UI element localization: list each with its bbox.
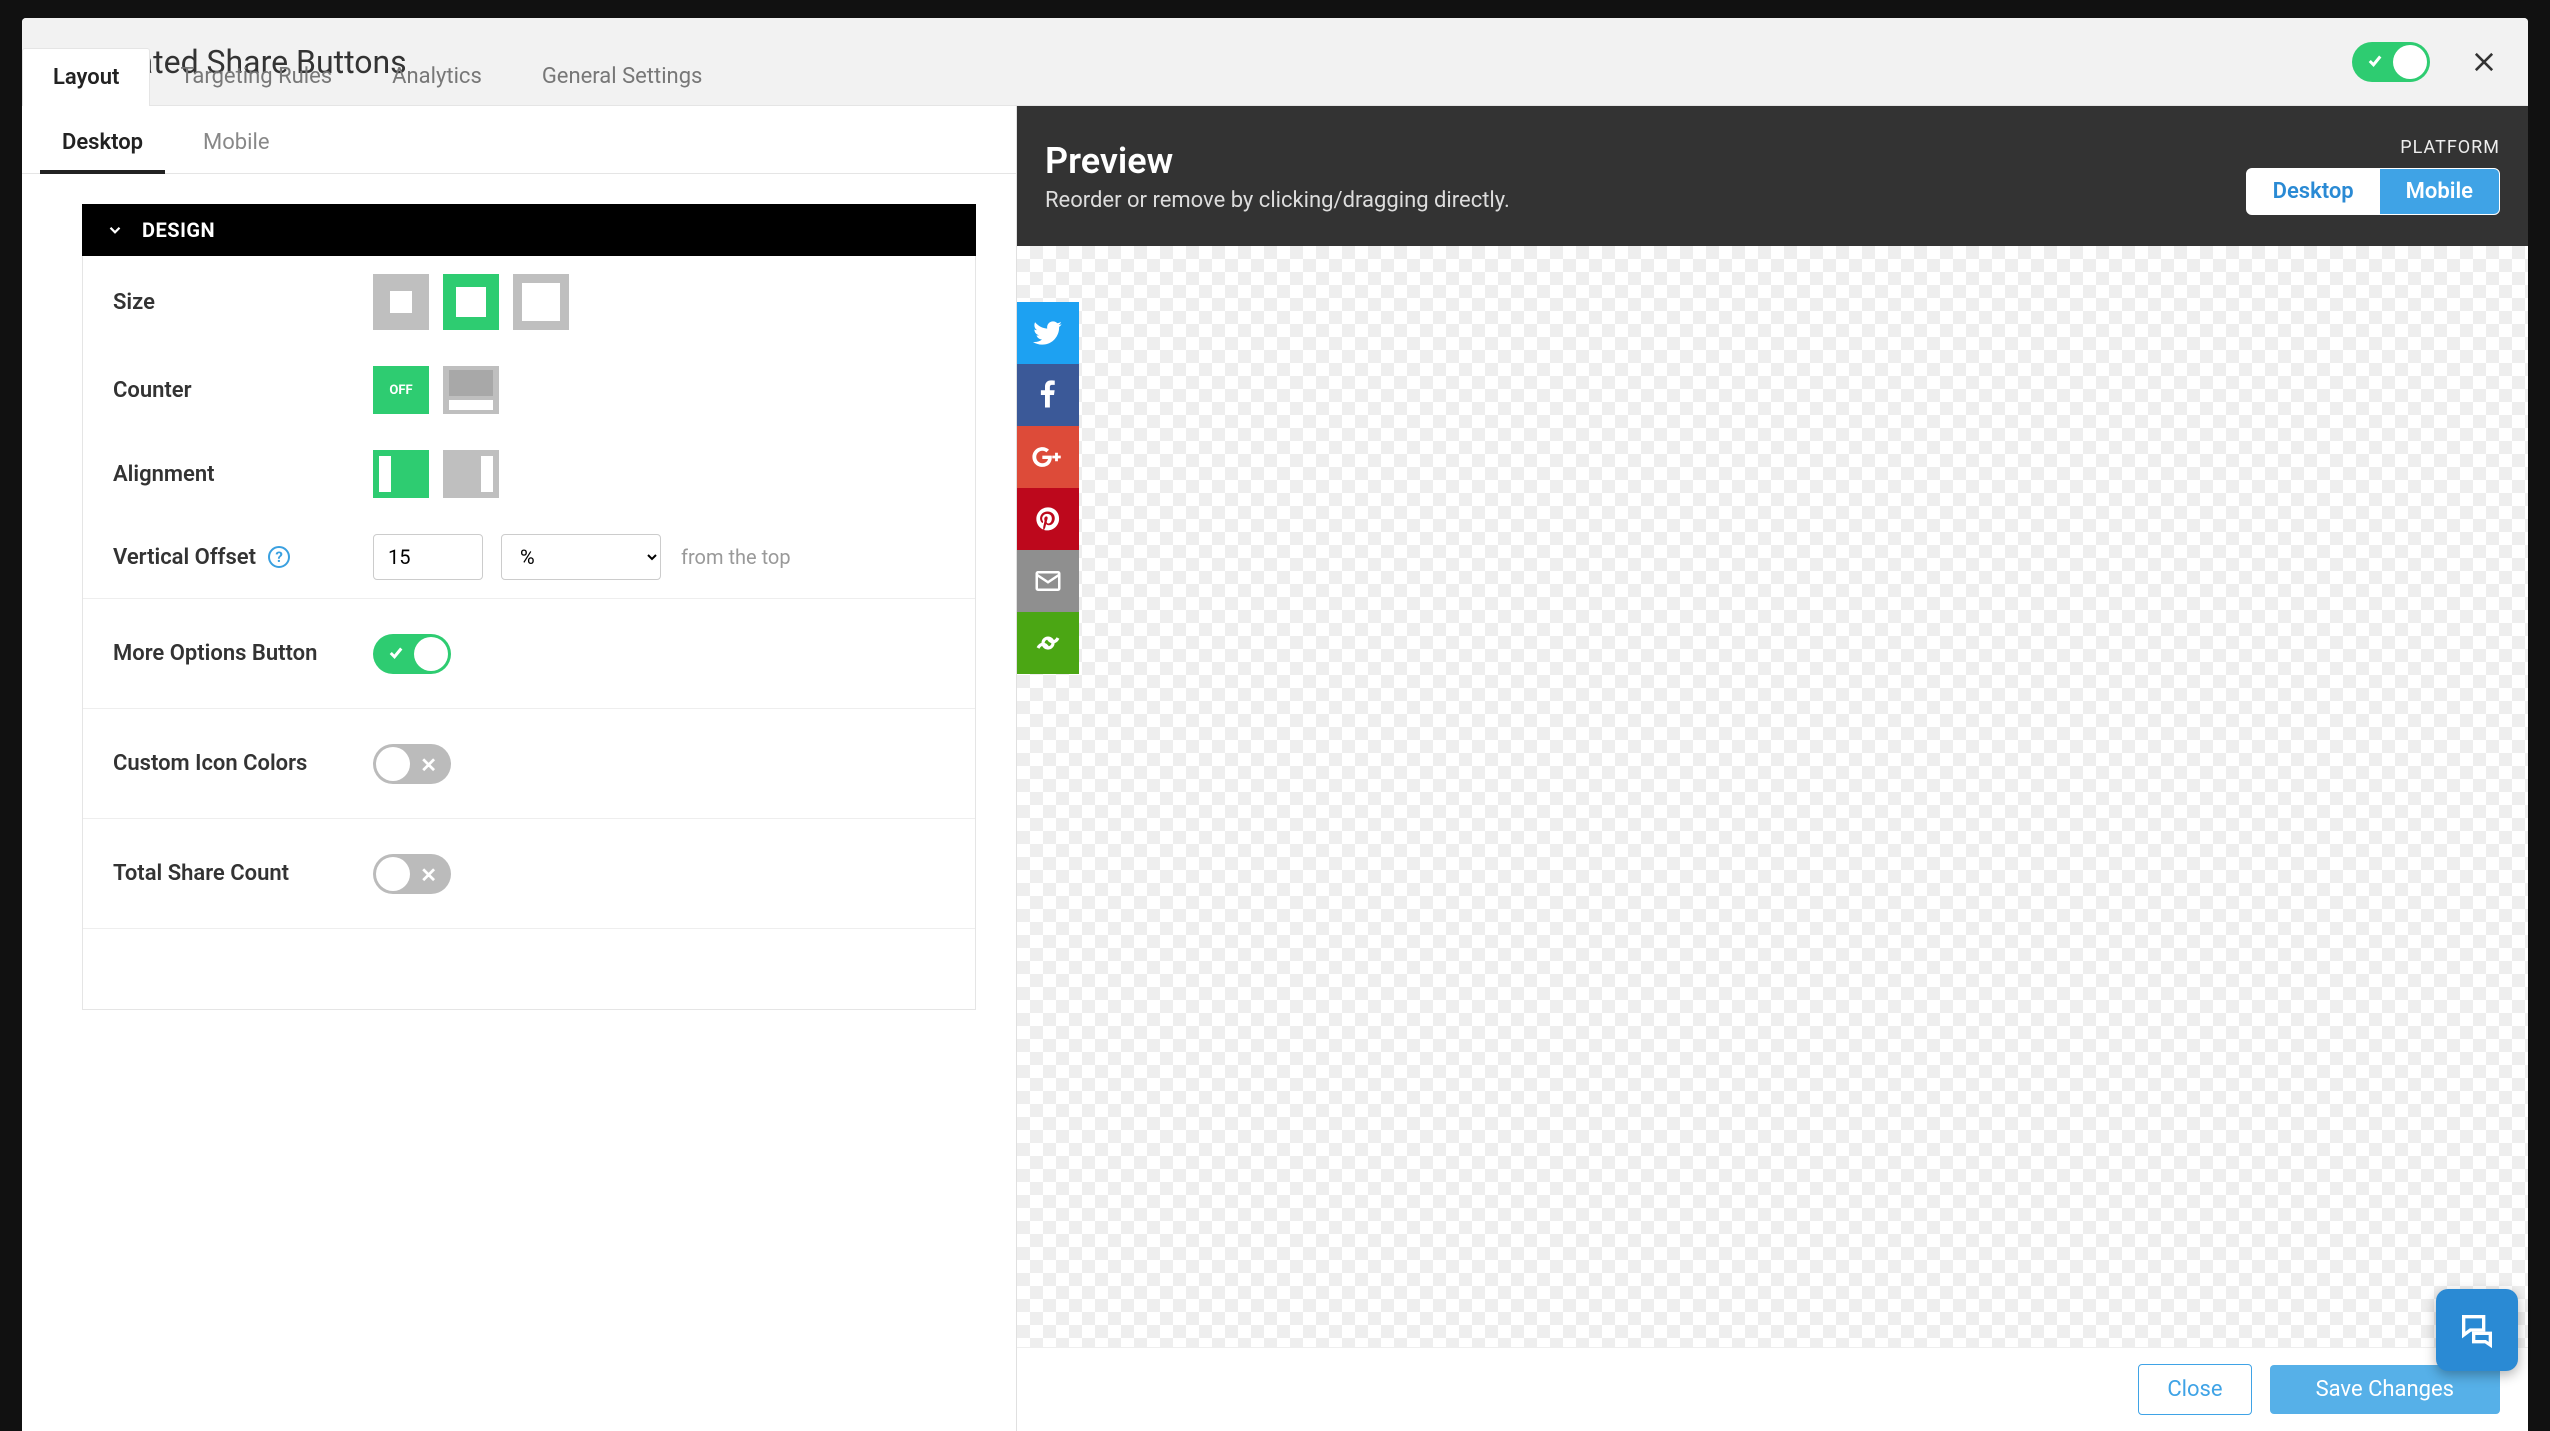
- settings-panel: Desktop Mobile DESIGN Size: [22, 106, 1017, 1431]
- feature-enable-toggle[interactable]: [2352, 42, 2430, 82]
- share-googleplus[interactable]: [1017, 426, 1079, 488]
- device-tab-desktop[interactable]: Desktop: [62, 130, 143, 173]
- size-medium[interactable]: [443, 274, 499, 330]
- main-tabs: Layout Targeting Rules Analytics General…: [22, 47, 732, 105]
- help-icon[interactable]: ?: [268, 546, 290, 568]
- save-changes-button[interactable]: Save Changes: [2270, 1365, 2500, 1414]
- total-share-count-toggle[interactable]: ✕: [373, 854, 451, 894]
- platform-desktop-button[interactable]: Desktop: [2247, 169, 2380, 214]
- tab-general-settings[interactable]: General Settings: [512, 48, 733, 105]
- vertical-offset-hint: from the top: [681, 545, 791, 569]
- vertical-offset-input[interactable]: [373, 534, 483, 580]
- tab-targeting-rules[interactable]: Targeting Rules: [150, 48, 362, 105]
- modal: Floated Share Buttons Layout Targeting R…: [22, 18, 2528, 1431]
- preview-title: Preview: [1045, 140, 1510, 182]
- preview-header: Preview Reorder or remove by clicking/dr…: [1017, 106, 2528, 246]
- alignment-label: Alignment: [113, 462, 373, 487]
- chat-fab[interactable]: [2436, 1289, 2518, 1371]
- custom-icon-colors-label: Custom Icon Colors: [113, 751, 373, 776]
- share-buttons-column: [1017, 302, 1079, 674]
- chevron-down-icon: [106, 221, 124, 239]
- share-facebook[interactable]: [1017, 364, 1079, 426]
- align-left[interactable]: [373, 450, 429, 498]
- preview-panel: Preview Reorder or remove by clicking/dr…: [1017, 106, 2528, 1431]
- more-options-toggle[interactable]: [373, 634, 451, 674]
- share-pinterest[interactable]: [1017, 488, 1079, 550]
- share-email[interactable]: [1017, 550, 1079, 612]
- counter-off[interactable]: OFF: [373, 366, 429, 414]
- size-large[interactable]: [513, 274, 569, 330]
- align-right[interactable]: [443, 450, 499, 498]
- platform-segmented: Desktop Mobile: [2246, 168, 2500, 215]
- platform-mobile-button[interactable]: Mobile: [2380, 169, 2499, 214]
- vertical-offset-label: Vertical Offset ?: [113, 545, 373, 570]
- total-share-count-label: Total Share Count: [113, 861, 373, 886]
- custom-icon-colors-toggle[interactable]: ✕: [373, 744, 451, 784]
- share-twitter[interactable]: [1017, 302, 1079, 364]
- settings-scroll[interactable]: DESIGN Size Counter OFF: [22, 174, 1016, 1431]
- footer: Close Save Changes: [1017, 1347, 2528, 1431]
- counter-on[interactable]: [443, 366, 499, 414]
- share-more[interactable]: [1017, 612, 1079, 674]
- tab-layout[interactable]: Layout: [22, 48, 150, 106]
- design-section-header[interactable]: DESIGN: [82, 204, 976, 256]
- preview-canvas: [1017, 246, 2528, 1431]
- platform-label: PLATFORM: [2246, 137, 2500, 158]
- size-small[interactable]: [373, 274, 429, 330]
- design-section-label: DESIGN: [142, 218, 215, 242]
- vertical-offset-unit-select[interactable]: %: [501, 534, 661, 580]
- close-icon[interactable]: [2470, 48, 2498, 76]
- modal-header: Floated Share Buttons Layout Targeting R…: [22, 18, 2528, 106]
- more-options-label: More Options Button: [113, 641, 373, 666]
- close-button[interactable]: Close: [2138, 1364, 2251, 1415]
- tab-analytics[interactable]: Analytics: [362, 48, 512, 105]
- counter-label: Counter: [113, 378, 373, 403]
- preview-subtitle: Reorder or remove by clicking/dragging d…: [1045, 188, 1510, 213]
- size-label: Size: [113, 290, 373, 315]
- device-tabs: Desktop Mobile: [22, 106, 1016, 174]
- device-tab-mobile[interactable]: Mobile: [203, 130, 269, 173]
